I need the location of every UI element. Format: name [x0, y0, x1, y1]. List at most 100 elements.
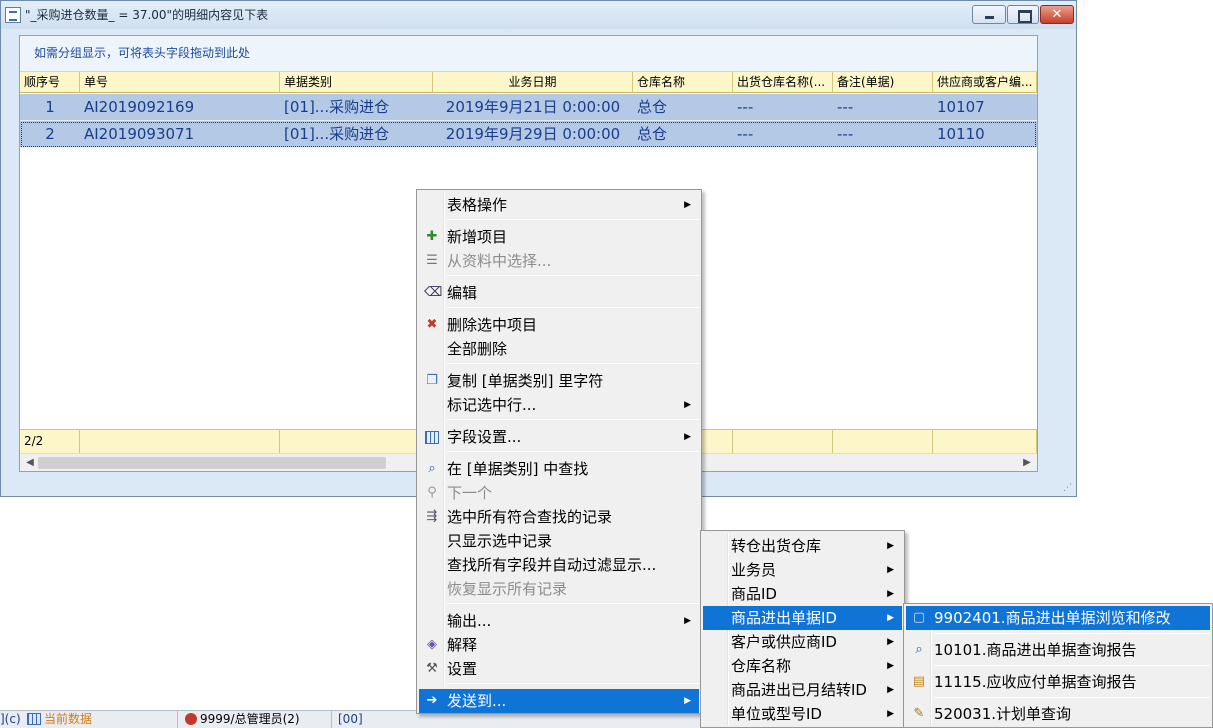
menu-item-show-selected-only[interactable]: 只显示选中记录 — [419, 529, 699, 553]
menu-label: 输出... — [447, 612, 492, 630]
footer-cell — [833, 430, 933, 453]
menu-separator — [447, 683, 699, 684]
menu-item-delete-selected[interactable]: ✖ 删除选中项目 — [419, 313, 699, 337]
menu-label: 11115.应收应付单据查询报告 — [934, 673, 1137, 691]
group-by-area[interactable]: 如需分组显示，可将表头字段拖动到此处 — [20, 36, 1037, 72]
minimize-button[interactable] — [972, 5, 1006, 24]
menu-label: 业务员 — [731, 561, 777, 579]
menu-item-output[interactable]: 输出... ▶ — [419, 609, 699, 633]
menu-separator — [447, 451, 699, 452]
submenu-arrow-icon: ▶ — [684, 696, 691, 706]
menu-item-mark-selected[interactable]: 标记选中行... ▶ — [419, 393, 699, 417]
menu-separator — [447, 307, 699, 308]
status-current-data[interactable]: 当前数据 — [24, 711, 178, 728]
menu-label: 新增项目 — [447, 228, 508, 246]
menu-label: 商品进出已月结转ID — [731, 681, 867, 699]
submenu-item-plan-query[interactable]: ✎ 520031.计划单查询 — [906, 702, 1210, 726]
submenu-arrow-icon: ▶ — [887, 661, 894, 671]
menu-label: 复制 [单据类别] 里字符 — [447, 372, 604, 390]
menu-label: 10101.商品进出单据查询报告 — [934, 641, 1137, 659]
scroll-left-icon[interactable]: ◀ — [22, 455, 38, 471]
menu-label: 选中所有符合查找的记录 — [447, 508, 613, 526]
menu-item-explain[interactable]: ◈ 解释 — [419, 633, 699, 657]
submenu-item-product-id[interactable]: 商品ID ▶ — [703, 582, 902, 606]
submenu-item-doc-id[interactable]: 商品进出单据ID ▶ — [703, 606, 902, 630]
menu-separator — [447, 363, 699, 364]
column-header-remark[interactable]: 备注(单据) — [833, 72, 933, 93]
menu-item-settings[interactable]: ⚒ 设置 — [419, 657, 699, 681]
menu-label: 客户或供应商ID — [731, 633, 837, 651]
submenu-arrow-icon: ▶ — [887, 637, 894, 647]
context-menu: 表格操作 ▶ ✚ 新增项目 ☰ 从资料中选择... ⌫ 编辑 ✖ 删除选中项目 全部删除 … — [416, 189, 702, 714]
menu-separator — [447, 275, 699, 276]
menu-item-add[interactable]: ✚ 新增项目 — [419, 225, 699, 249]
status-user[interactable]: 9999/总管理员(2) — [182, 711, 332, 728]
menu-label: 表格操作 — [447, 196, 508, 214]
menu-item-delete-all[interactable]: 全部删除 — [419, 337, 699, 361]
menu-label: 520031.计划单查询 — [934, 705, 1072, 723]
doc-id-submenu: ▢ 9902401.商品进出单据浏览和修改 ⌕ 10101.商品进出单据查询报告 ▤… — [903, 603, 1213, 728]
submenu-item-transfer-warehouse[interactable]: 转仓出货仓库 ▶ — [703, 534, 902, 558]
menu-separator — [447, 219, 699, 220]
maximize-button[interactable] — [1007, 5, 1039, 24]
cell-remark: --- — [837, 125, 854, 143]
submenu-item-customer-supplier-id[interactable]: 客户或供应商ID ▶ — [703, 630, 902, 654]
grid-header: 顺序号 单号 单据类别 业务日期 仓库名称 出货仓库名称(... 备注(单据) … — [20, 72, 1037, 93]
column-header-warehouse[interactable]: 仓库名称 — [633, 72, 733, 93]
submenu-item-ar-ap-report[interactable]: ▤ 11115.应收应付单据查询报告 — [906, 670, 1210, 694]
menu-item-select-all-matches[interactable]: ⇶ 选中所有符合查找的记录 — [419, 505, 699, 529]
column-header-supplier[interactable]: 供应商或客户编... — [933, 72, 1037, 93]
submenu-arrow-icon: ▶ — [684, 400, 691, 410]
status-user-label: 9999/总管理员(2) — [200, 712, 300, 726]
submenu-item-unit-model-id[interactable]: 单位或型号ID ▶ — [703, 702, 902, 726]
table-row[interactable]: 1 AI2019092169 [01]...采购进仓 2019年9月21日 0:… — [20, 94, 1037, 121]
menu-item-restore-all[interactable]: 恢复显示所有记录 — [419, 577, 699, 601]
title-bar[interactable]: "_采购进仓数量_ = 37.00"的明细内容见下表 ✕ — [1, 1, 1076, 29]
status-code: [00] — [338, 712, 363, 726]
table-row[interactable]: 2 AI2019093071 [01]...采购进仓 2019年9月29日 0:… — [20, 121, 1037, 148]
submenu-item-salesperson[interactable]: 业务员 ▶ — [703, 558, 902, 582]
menu-item-find-next[interactable]: ⚲ 下一个 — [419, 481, 699, 505]
submenu-item-doc-query-report[interactable]: ⌕ 10101.商品进出单据查询报告 — [906, 638, 1210, 662]
menu-label: 在 [单据类别] 中查找 — [447, 460, 589, 478]
resize-grip-icon[interactable]: ⋰ — [1063, 483, 1073, 493]
eraser-icon: ⌫ — [424, 285, 443, 300]
column-header-doc-type[interactable]: 单据类别 — [280, 72, 433, 93]
cell-doc-type: [01]...采购进仓 — [284, 98, 390, 116]
column-header-date[interactable]: 业务日期 — [433, 72, 633, 93]
cell-warehouse: 总仓 — [637, 125, 668, 143]
submenu-item-warehouse-name[interactable]: 仓库名称 ▶ — [703, 654, 902, 678]
menu-item-find-in-field[interactable]: ⌕ 在 [单据类别] 中查找 — [419, 457, 699, 481]
close-button[interactable]: ✕ — [1040, 5, 1074, 24]
scroll-thumb[interactable] — [38, 457, 386, 469]
menu-label: 从资料中选择... — [447, 252, 552, 270]
scroll-right-icon[interactable]: ▶ — [1019, 455, 1035, 471]
user-icon — [185, 713, 197, 725]
tools-icon: ⚒ — [426, 661, 438, 676]
menu-item-find-all-filter[interactable]: 查找所有字段并自动过滤显示... — [419, 553, 699, 577]
column-header-out-warehouse[interactable]: 出货仓库名称(... — [733, 72, 833, 93]
menu-label: 解释 — [447, 636, 478, 654]
submenu-arrow-icon: ▶ — [684, 200, 691, 210]
submenu-item-monthly-closed-id[interactable]: 商品进出已月结转ID ▶ — [703, 678, 902, 702]
cell-doc-no: AI2019092169 — [84, 98, 195, 116]
menu-item-copy-field[interactable]: ❐ 复制 [单据类别] 里字符 — [419, 369, 699, 393]
submenu-arrow-icon: ▶ — [887, 541, 894, 551]
menu-label: 编辑 — [447, 284, 478, 302]
cell-date: 2019年9月21日 0:00:00 — [445, 98, 621, 116]
menu-separator — [934, 665, 1210, 666]
menu-label: 转仓出货仓库 — [731, 537, 822, 555]
menu-label: 商品ID — [731, 585, 777, 603]
menu-item-send-to[interactable]: ➔ 发送到... ▶ — [419, 689, 699, 713]
column-header-seq[interactable]: 顺序号 — [20, 72, 80, 93]
column-header-doc-no[interactable]: 单号 — [80, 72, 280, 93]
cell-out-warehouse: --- — [737, 125, 754, 143]
menu-item-select-from-data[interactable]: ☰ 从资料中选择... — [419, 249, 699, 273]
record-count: 2/2 — [20, 430, 80, 453]
submenu-item-doc-browse-edit[interactable]: ▢ 9902401.商品进出单据浏览和修改 — [906, 606, 1210, 630]
menu-item-edit[interactable]: ⌫ 编辑 — [419, 281, 699, 305]
menu-item-table-ops[interactable]: 表格操作 ▶ — [419, 193, 699, 217]
find-icon: ⌕ — [428, 461, 436, 476]
menu-item-field-settings[interactable]: 字段设置... ▶ — [419, 425, 699, 449]
menu-label: 9902401.商品进出单据浏览和修改 — [934, 609, 1171, 627]
